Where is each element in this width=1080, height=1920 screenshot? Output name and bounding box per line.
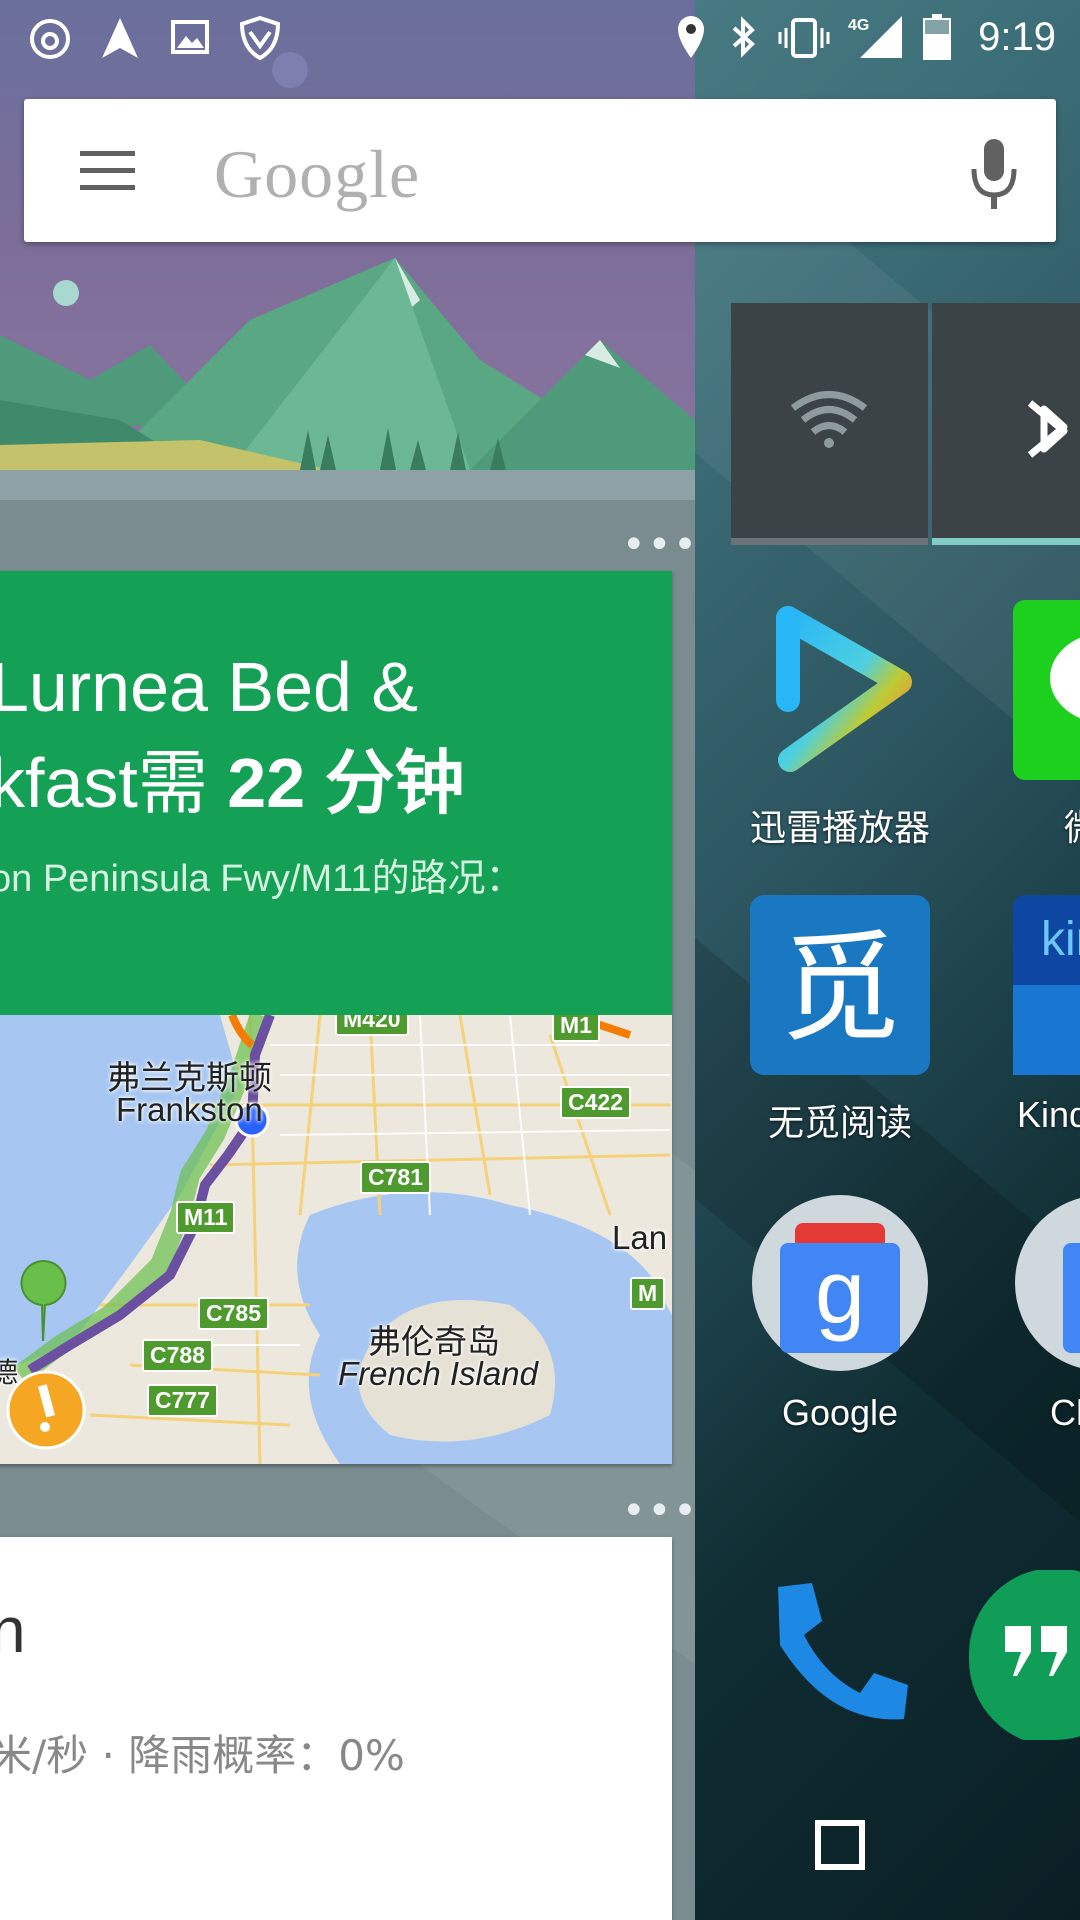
image-icon bbox=[171, 20, 209, 54]
road-tag: C422 bbox=[560, 1086, 631, 1119]
card-menu-icon[interactable]: ••• bbox=[622, 522, 695, 568]
recents-icon[interactable] bbox=[800, 1806, 880, 1886]
signal-icon: 4G bbox=[848, 16, 903, 58]
app-wechat[interactable]: 微 bbox=[1000, 600, 1080, 851]
traffic-card-header: Lurnea Bed & kfast需 22 分钟 on Peninsula F… bbox=[0, 571, 672, 1015]
location-icon bbox=[678, 16, 705, 58]
wumi-reader-icon: 觅 bbox=[750, 895, 930, 1075]
xunlei-player-icon bbox=[776, 606, 912, 772]
back-icon[interactable] bbox=[200, 1806, 280, 1886]
bluetooth-icon bbox=[1027, 400, 1068, 458]
app-kindle[interactable]: kin Kind bbox=[1000, 895, 1080, 1136]
app-label: Google bbox=[781, 1392, 899, 1433]
map-partial-label: Lan bbox=[612, 1219, 668, 1256]
app-chrome-folder[interactable]: Ch bbox=[1000, 1193, 1080, 1434]
app-label: Ch bbox=[1050, 1392, 1080, 1433]
kindle-icon: kin bbox=[1013, 895, 1080, 1075]
google-logo: Google bbox=[214, 136, 421, 212]
app-label: 微 bbox=[1000, 799, 1080, 851]
phone-icon[interactable] bbox=[760, 1575, 910, 1725]
hamburger-menu-icon[interactable] bbox=[80, 151, 135, 191]
bluetooth-tile[interactable] bbox=[932, 303, 1080, 545]
traffic-map[interactable]: 弗兰克斯顿 Frankston 弗伦奇岛 French Island Lan 德… bbox=[0, 1015, 672, 1464]
app-label: 迅雷播放器 bbox=[749, 807, 930, 848]
chrome-folder-icon bbox=[1015, 1198, 1080, 1368]
hangouts-icon[interactable] bbox=[965, 1570, 1080, 1740]
bluetooth-indicator bbox=[932, 538, 1080, 545]
road-tag: M1 bbox=[552, 1015, 600, 1042]
road-tag: M420 bbox=[335, 1015, 409, 1036]
vibrate-icon bbox=[778, 18, 830, 58]
map-city-label-en: Frankston bbox=[116, 1091, 263, 1128]
traffic-title: Lurnea Bed & kfast需 22 分钟 bbox=[0, 639, 465, 831]
wifi-icon bbox=[790, 391, 868, 448]
road-tag: C777 bbox=[147, 1384, 218, 1417]
netease-music-icon bbox=[30, 19, 70, 59]
shield-icon bbox=[239, 15, 281, 61]
traffic-title-line1: Lurnea Bed & bbox=[0, 648, 419, 726]
road-tag: C781 bbox=[360, 1161, 431, 1194]
home-icon[interactable] bbox=[500, 1806, 580, 1886]
google-folder-icon: g bbox=[752, 1195, 928, 1371]
weather-summary: n bbox=[0, 1594, 26, 1666]
traffic-duration: 22 分钟 bbox=[227, 744, 465, 822]
battery-icon bbox=[923, 14, 952, 60]
navigation-bar bbox=[0, 1770, 1080, 1920]
google-now-panel[interactable]: ••• Lurnea Bed & kfast需 22 分钟 on Peninsu… bbox=[0, 0, 695, 1920]
status-bar: 4G 9:19 bbox=[0, 0, 1080, 75]
microphone-icon[interactable] bbox=[969, 137, 1019, 211]
app-wumi[interactable]: 觅 无觅阅读 bbox=[740, 895, 940, 1146]
card-menu-icon[interactable]: ••• bbox=[622, 1488, 695, 1534]
traffic-title-line2: kfast需 bbox=[0, 744, 228, 822]
traffic-subtitle: on Peninsula Fwy/M11的路况： bbox=[0, 858, 524, 900]
wifi-indicator bbox=[731, 538, 928, 545]
header-illustration bbox=[0, 0, 695, 500]
app-google-folder[interactable]: g Google bbox=[740, 1193, 940, 1434]
svg-text:4G: 4G bbox=[848, 17, 869, 34]
wifi-tile[interactable] bbox=[731, 303, 928, 545]
road-tag: C785 bbox=[198, 1297, 269, 1330]
bluetooth-icon bbox=[732, 16, 756, 58]
google-search-bar[interactable]: Google bbox=[24, 99, 1056, 242]
app-xunlei[interactable]: 迅雷播放器 bbox=[740, 600, 940, 851]
road-tag: C788 bbox=[142, 1339, 213, 1372]
map-partial-label: 德 bbox=[0, 1357, 19, 1388]
svg-text:g: g bbox=[815, 1243, 865, 1343]
app-label: 无觅阅读 bbox=[767, 1102, 912, 1143]
map-island-label-en: French Island bbox=[338, 1355, 538, 1392]
road-tag: M bbox=[630, 1277, 666, 1310]
status-time: 9:19 bbox=[978, 14, 1056, 59]
wechat-icon bbox=[1013, 600, 1080, 780]
traffic-card[interactable]: Lurnea Bed & kfast需 22 分钟 on Peninsula F… bbox=[0, 571, 672, 1464]
road-tag: M11 bbox=[176, 1201, 236, 1234]
svg-text:kin: kin bbox=[1041, 913, 1080, 966]
navigation-icon bbox=[102, 18, 138, 58]
app-label: Kind bbox=[1017, 1094, 1080, 1135]
svg-text:觅: 觅 bbox=[780, 920, 900, 1059]
